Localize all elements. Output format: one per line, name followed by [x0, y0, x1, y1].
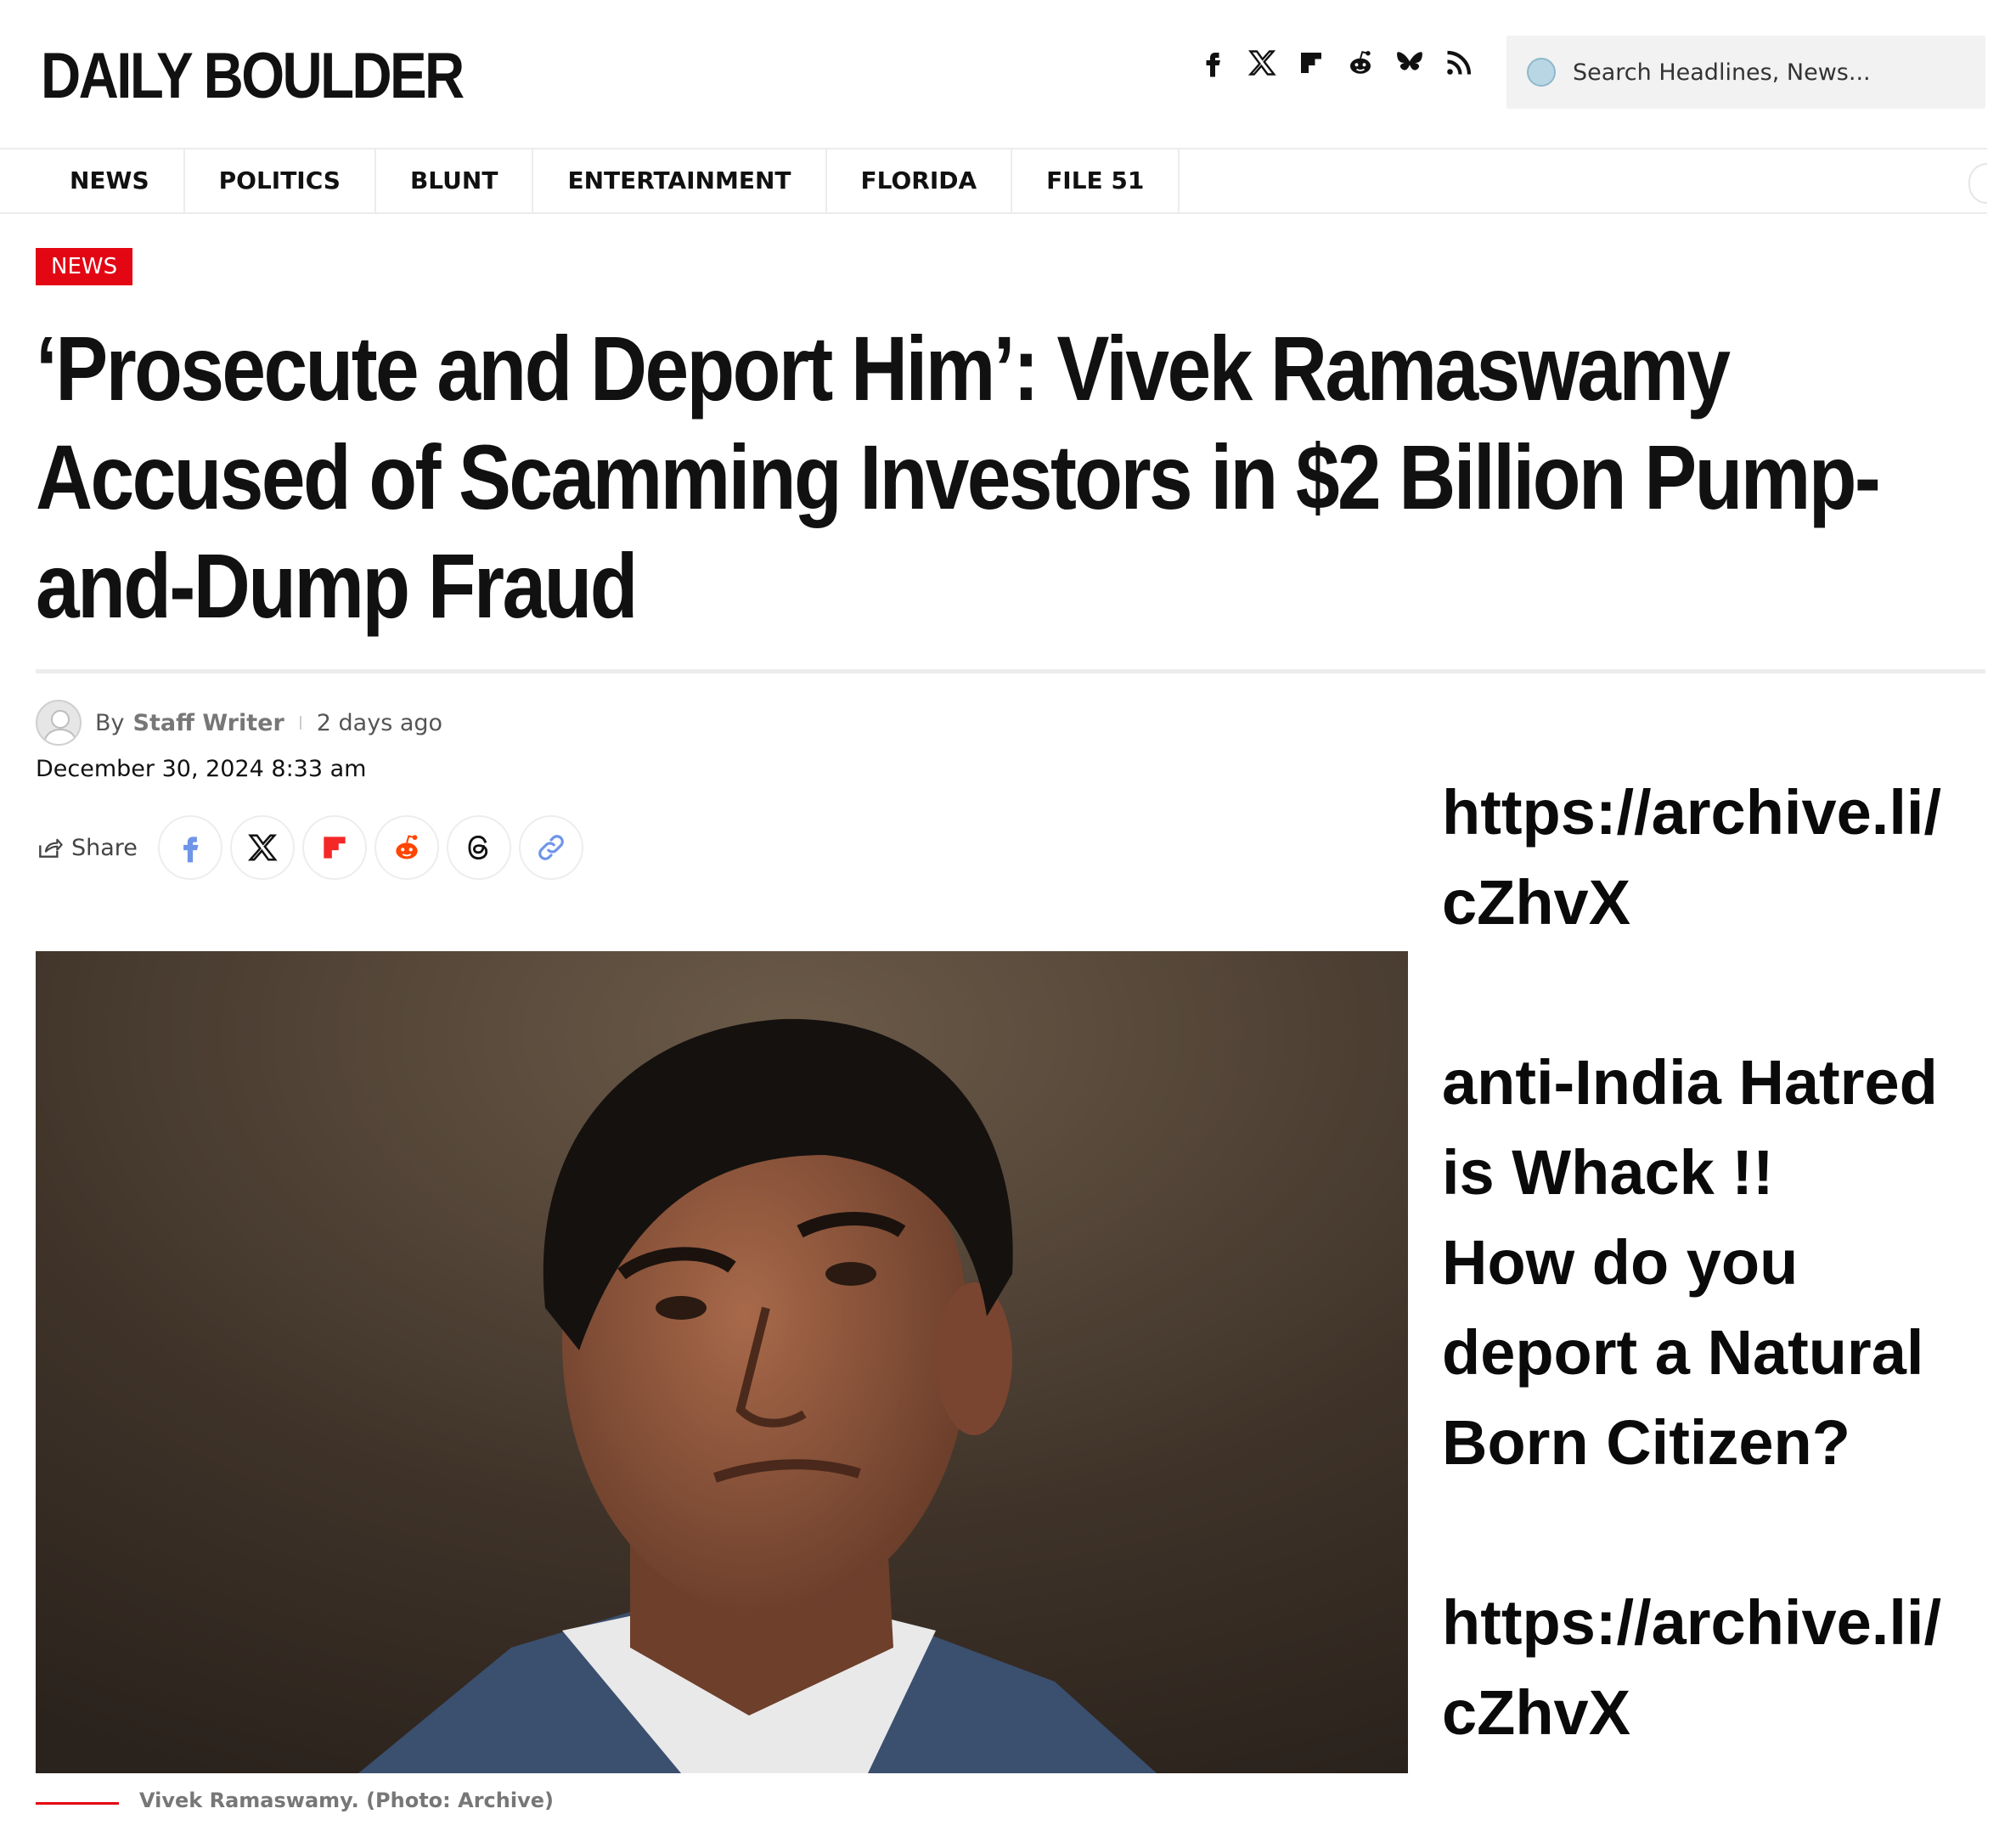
- byline-prefix: By: [95, 709, 125, 736]
- globe-icon: [1527, 58, 1556, 87]
- nav-item-entertainment[interactable]: ENTERTAINMENT: [533, 148, 827, 214]
- share-facebook-button[interactable]: [157, 815, 222, 880]
- flipboard-icon: [324, 837, 346, 859]
- threads-icon: [468, 835, 488, 860]
- byline: By Staff Writer 2 days ago: [36, 700, 442, 746]
- header-social-links: [1197, 48, 1474, 78]
- overlay-message: anti-India Hatred is Whack !! How do you…: [1442, 1047, 1938, 1478]
- site-logo[interactable]: DAILY BOULDER: [41, 44, 465, 109]
- x-icon[interactable]: [1247, 48, 1277, 78]
- share-label: Share: [36, 834, 138, 861]
- share-reddit-button[interactable]: [374, 815, 439, 880]
- share-text: Share: [71, 834, 138, 861]
- overlay-annotation: https://archive.li/ cZhvX anti-India Hat…: [1442, 768, 2016, 1758]
- nav-toggle[interactable]: [1968, 163, 1987, 204]
- article-photo[interactable]: [36, 951, 1408, 1773]
- category-badge[interactable]: NEWS: [36, 248, 133, 285]
- caption-accent: [36, 1802, 119, 1805]
- avatar[interactable]: [36, 700, 82, 746]
- headline-divider: [36, 669, 1985, 673]
- facebook-icon[interactable]: [1197, 48, 1228, 78]
- bluesky-icon[interactable]: [1394, 48, 1425, 78]
- facebook-icon: [183, 837, 199, 863]
- share-x-button[interactable]: [229, 815, 295, 880]
- publish-date: December 30, 2024 8:33 am: [36, 756, 367, 782]
- search-box[interactable]: [1506, 36, 1985, 109]
- overlay-spacer: [1442, 948, 2016, 1038]
- search-input[interactable]: [1571, 58, 1965, 87]
- nav-item-file-51[interactable]: FILE 51: [1012, 148, 1180, 214]
- flipboard-icon[interactable]: [1296, 48, 1326, 78]
- overlay-link-bottom: https://archive.li/ cZhvX: [1442, 1587, 1942, 1748]
- site-header: DAILY BOULDER: [0, 0, 2016, 148]
- share-threads-button[interactable]: [446, 815, 511, 880]
- author-link[interactable]: Staff Writer: [133, 710, 284, 736]
- nav-item-blunt[interactable]: BLUNT: [376, 148, 534, 214]
- share-flipboard-button[interactable]: [301, 815, 367, 880]
- x-icon: [247, 834, 278, 861]
- nav-item-news[interactable]: NEWS: [36, 148, 185, 214]
- reddit-icon: [396, 835, 418, 859]
- share-link-button[interactable]: [518, 815, 583, 880]
- rss-icon[interactable]: [1444, 48, 1474, 78]
- main-nav: NEWS POLITICS BLUNT ENTERTAINMENT FLORID…: [0, 148, 1987, 214]
- link-icon: [538, 835, 564, 860]
- overlay-link-top: https://archive.li/ cZhvX: [1442, 777, 1942, 938]
- nav-item-florida[interactable]: FLORIDA: [827, 148, 1013, 214]
- time-ago: 2 days ago: [316, 709, 443, 736]
- overlay-spacer: [1442, 1488, 2016, 1578]
- article-headline: ‘Prosecute and Deport Him’: Vivek Ramasw…: [36, 317, 1881, 637]
- reddit-icon[interactable]: [1345, 48, 1376, 78]
- share-row: Share: [36, 815, 591, 880]
- share-icon: [39, 838, 63, 858]
- byline-separator: [299, 716, 301, 730]
- photo-caption: Vivek Ramaswamy. (Photo: Archive): [139, 1789, 554, 1812]
- nav-item-politics[interactable]: POLITICS: [185, 148, 376, 214]
